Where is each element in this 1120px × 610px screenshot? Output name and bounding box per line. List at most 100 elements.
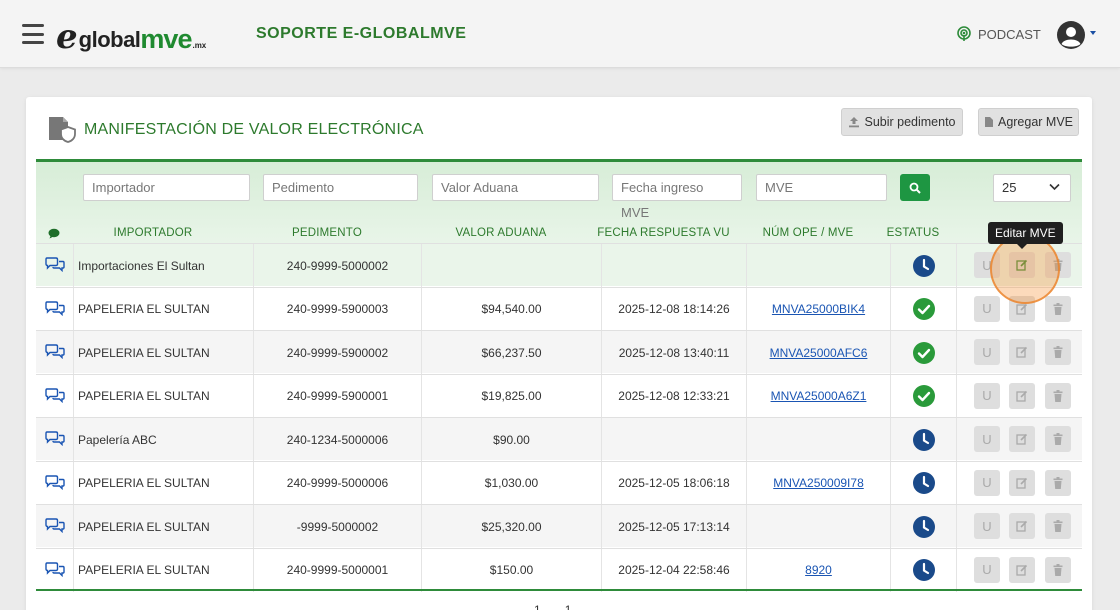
u-action-button[interactable]: U <box>974 252 1000 278</box>
delete-button[interactable] <box>1045 469 1071 496</box>
search-icon <box>909 182 921 194</box>
pedimento-cell: -9999-5000002 <box>253 505 421 548</box>
page-size-select[interactable]: 25 <box>993 174 1071 202</box>
chat-icon[interactable] <box>44 517 65 536</box>
chat-icon[interactable] <box>44 430 65 449</box>
pedimento-cell: 240-9999-5900002 <box>253 331 421 374</box>
user-avatar-icon[interactable] <box>1056 20 1086 50</box>
trash-icon <box>1053 259 1063 271</box>
delete-button[interactable] <box>1045 339 1071 365</box>
u-action-button[interactable]: U <box>974 339 1000 365</box>
importador-cell: PAPELERIA EL SULTAN <box>73 505 253 548</box>
edit-mve-button[interactable] <box>1009 469 1035 496</box>
delete-button[interactable] <box>1045 426 1071 452</box>
edit-mve-button[interactable] <box>1009 556 1035 583</box>
add-mve-button[interactable]: Agregar MVE <box>978 108 1079 136</box>
table-row[interactable]: PAPELERIA EL SULTAN 240-9999-5900001 $19,8… <box>36 373 1082 418</box>
edit-mve-button[interactable] <box>1009 426 1035 452</box>
logo[interactable]: e global mve .mx <box>56 14 206 54</box>
column-header-pedimento[interactable]: PEDIMENTO <box>243 222 411 244</box>
num-ope-cell <box>746 505 890 548</box>
num-ope-cell: MNVA250009I78 <box>746 461 890 505</box>
trash-icon <box>1053 389 1063 402</box>
chat-icon[interactable] <box>44 343 65 362</box>
search-button[interactable] <box>900 174 930 201</box>
chat-icon[interactable] <box>44 387 65 406</box>
edit-icon <box>1016 477 1028 489</box>
column-header-fecha-respuesta[interactable]: FECHA RESPUESTA VU <box>591 222 736 244</box>
clock-icon <box>912 254 935 277</box>
u-action-button[interactable]: U <box>974 426 1000 452</box>
check-circle-icon <box>912 298 935 320</box>
table-row[interactable]: Papelería ABC 240-1234-5000006 $90.00 U <box>36 417 1082 461</box>
u-action-button[interactable]: U <box>974 513 1000 539</box>
mve-number-link[interactable]: MNVA250009I78 <box>773 476 864 490</box>
chat-icon[interactable] <box>44 474 65 493</box>
mve-number-link[interactable]: MNVA25000A6Z1 <box>771 389 867 403</box>
menu-icon[interactable] <box>22 24 44 44</box>
fecha-respuesta-cell: 2025-12-05 18:06:18 <box>601 461 746 505</box>
edit-mve-button[interactable] <box>1009 295 1035 322</box>
u-action-button[interactable]: U <box>974 469 1000 496</box>
num-ope-cell: MNVA25000AFC6 <box>746 331 890 374</box>
delete-button[interactable] <box>1045 252 1071 278</box>
edit-icon <box>1016 346 1028 358</box>
edit-mve-button[interactable] <box>1009 252 1035 278</box>
comments-cell <box>36 331 73 374</box>
u-action-button[interactable]: U <box>974 556 1000 583</box>
podcast-link[interactable]: PODCAST <box>956 26 1041 42</box>
importador-cell: PAPELERIA EL SULTAN <box>73 548 253 592</box>
chat-icon[interactable] <box>44 256 65 275</box>
delete-button[interactable] <box>1045 382 1071 409</box>
table-row[interactable]: PAPELERIA EL SULTAN 240-9999-5000006 $1,03… <box>36 460 1082 505</box>
mve-number-link[interactable]: 8920 <box>805 563 832 577</box>
table-row[interactable]: PAPELERIA EL SULTAN 240-9999-5900002 $66,2… <box>36 330 1082 374</box>
mve-number-link[interactable]: MNVA25000AFC6 <box>770 346 868 360</box>
mve-number-link[interactable]: MNVA25000BIK4 <box>772 302 865 316</box>
pedimento-cell: 240-9999-5900001 <box>253 374 421 418</box>
importador-cell: PAPELERIA EL SULTAN <box>73 461 253 505</box>
fecha-ingreso-filter-input[interactable]: Fecha ingreso MVE <box>612 174 742 220</box>
comments-cell <box>36 375 73 418</box>
column-header-importador[interactable]: IMPORTADOR <box>63 222 243 244</box>
table-row[interactable]: PAPELERIA EL SULTAN -9999-5000002 $25,320.… <box>36 504 1082 548</box>
delete-button[interactable] <box>1045 556 1071 583</box>
status-cell <box>890 418 956 461</box>
pedimento-cell: 240-9999-5900003 <box>253 287 421 331</box>
table-row[interactable]: Importaciones El Sultan 240-9999-5000002 U <box>36 243 1082 287</box>
edit-mve-button[interactable] <box>1009 513 1035 539</box>
edit-mve-button[interactable] <box>1009 382 1035 409</box>
u-action-button[interactable]: U <box>974 382 1000 409</box>
table-row[interactable]: PAPELERIA EL SULTAN 240-9999-5900003 $94,5… <box>36 286 1082 331</box>
trash-icon <box>1053 302 1063 315</box>
pedimento-filter-input[interactable]: Pedimento <box>263 174 418 201</box>
mve-filter-input[interactable]: MVE <box>756 174 887 201</box>
fecha-respuesta-cell: 2025-12-08 18:14:26 <box>601 287 746 331</box>
delete-button[interactable] <box>1045 513 1071 539</box>
importador-filter-input[interactable]: Importador <box>83 174 250 201</box>
pager-current[interactable]: 1 <box>534 603 541 610</box>
status-cell <box>890 331 956 374</box>
fecha-respuesta-cell <box>601 418 746 461</box>
column-header-estatus[interactable]: ESTATUS <box>880 222 946 244</box>
importador-cell: PAPELERIA EL SULTAN <box>73 374 253 418</box>
u-action-button[interactable]: U <box>974 295 1000 322</box>
delete-button[interactable] <box>1045 295 1071 322</box>
valor-aduana-filter-input[interactable]: Valor Aduana <box>432 174 599 201</box>
edit-icon <box>1016 433 1028 445</box>
num-ope-cell: 8920 <box>746 548 890 592</box>
trash-icon <box>1053 520 1063 532</box>
table-row[interactable]: PAPELERIA EL SULTAN 240-9999-5000001 $150.… <box>36 547 1082 592</box>
upload-pedimento-button[interactable]: Subir pedimento <box>841 108 963 136</box>
valor-aduana-cell: $19,825.00 <box>421 374 601 418</box>
column-header-valor-aduana[interactable]: VALOR ADUANA <box>411 222 591 244</box>
valor-aduana-cell: $90.00 <box>421 418 601 461</box>
chevron-down-icon <box>1049 183 1060 191</box>
chat-icon[interactable] <box>44 561 65 580</box>
column-header-num-ope[interactable]: NÚM OPE / MVE <box>736 222 880 244</box>
edit-mve-button[interactable] <box>1009 339 1035 365</box>
chat-icon[interactable] <box>44 300 65 319</box>
user-menu-caret-icon[interactable] <box>1090 31 1096 35</box>
fecha-respuesta-cell: 2025-12-04 22:58:46 <box>601 548 746 592</box>
status-cell <box>890 505 956 548</box>
